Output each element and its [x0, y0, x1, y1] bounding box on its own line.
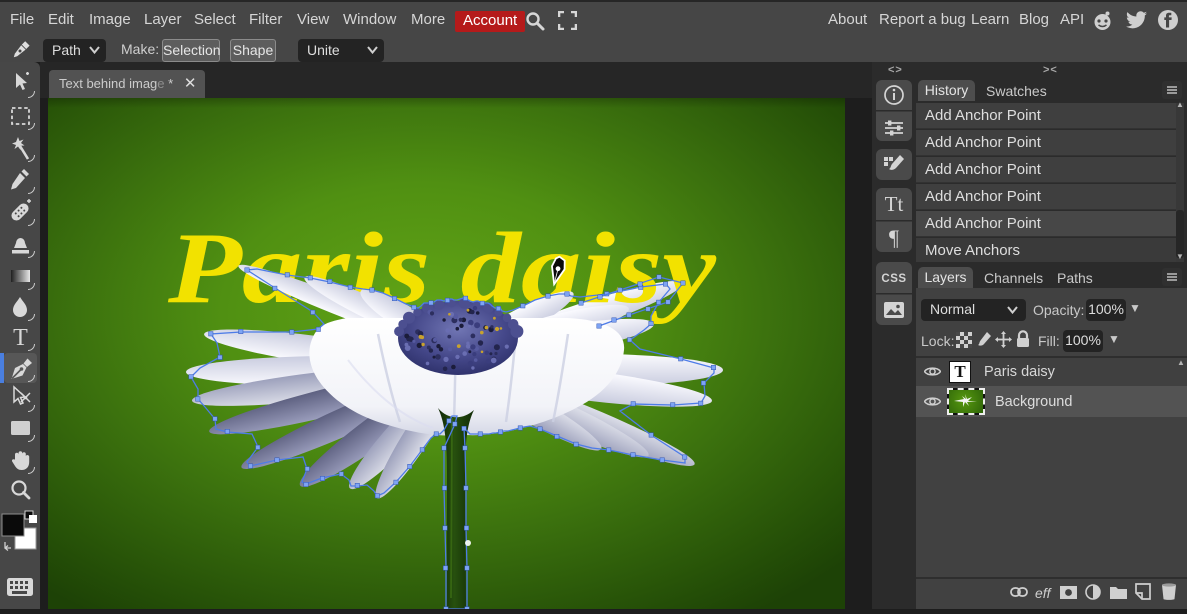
svg-text:¶: ¶: [889, 225, 899, 250]
svg-text:Tt: Tt: [885, 192, 904, 216]
svg-text:CSS: CSS: [881, 273, 906, 285]
svg-text:T: T: [13, 325, 28, 351]
